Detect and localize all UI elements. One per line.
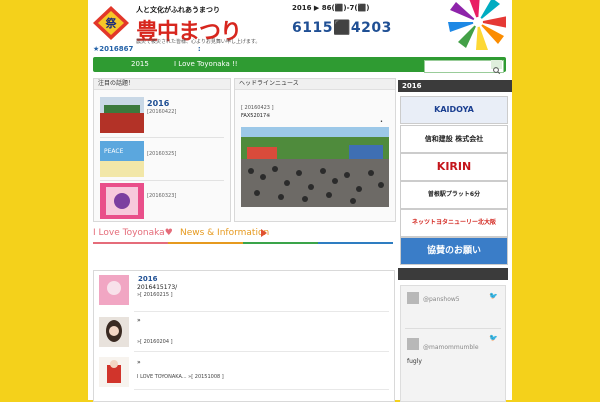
post-thumb-1[interactable]	[99, 275, 129, 305]
tweet-user-2[interactable]: @mamommumble	[423, 344, 479, 351]
twitter-bird-icon: 🐦	[489, 334, 498, 342]
post-text-1: 2016415173/	[137, 284, 178, 291]
topic-thumb-2[interactable]: PEACE	[100, 141, 144, 177]
sponsor-ad-label: KAIDOYA	[401, 97, 507, 123]
festival-dates: 2016 ▶ 86(⬛)-7(⬛) 6115⬛4203	[292, 4, 432, 44]
banner-stripe	[168, 242, 243, 244]
notice-date: ★2016867	[93, 45, 134, 53]
sponsor-ad-netz[interactable]: ネッツトヨタニューリー北大阪	[400, 209, 508, 237]
sponsor-ad-label: 協賛のお願い	[401, 238, 507, 264]
sponsor-ad-label: KIRIN	[401, 154, 507, 180]
topic-date-1: [20160422]	[147, 109, 177, 115]
headline-more[interactable]: •	[380, 119, 383, 125]
post-date-2[interactable]: »[ 20160204 ]	[137, 339, 173, 345]
headline-panel: ヘッドラインニュース [ 20160423 ] FAX52017※ •	[234, 78, 396, 222]
banner-stripe	[318, 242, 393, 244]
divider	[100, 137, 224, 138]
divider	[405, 328, 501, 329]
banner-love: I Love Toyonaka♥	[93, 228, 173, 238]
sponsor-ad-kirin[interactable]: KIRIN	[400, 153, 508, 181]
date-notice: ★2016867 :	[93, 45, 201, 53]
post-text-2: »	[137, 317, 141, 324]
twitter-feed: @panshow5 🐦 @mamommumble 🐦 fugly	[400, 285, 506, 402]
topics-panel: 注目の話題！ 2016 [20160422] PEACE [20160325] …	[93, 78, 231, 222]
color-burst-graphic	[448, 0, 506, 50]
divider	[134, 389, 389, 390]
logo-caption: 震災で被災された皆様、心よりお見舞い申し上げます。	[136, 39, 261, 45]
svg-text:祭: 祭	[105, 16, 118, 30]
notice-colon: :	[197, 45, 201, 53]
post-thumb-2[interactable]	[99, 317, 129, 347]
banner-stripe	[243, 242, 318, 244]
sponsor-ad-shinwa[interactable]: 信和建設 株式会社	[400, 125, 508, 153]
tweet-user-1[interactable]: @panshow5	[423, 296, 460, 303]
dates-line: 2016 ▶ 86(⬛)-7(⬛)	[292, 4, 370, 12]
sidebar-heading: 2016	[398, 80, 512, 92]
topics-heading: 注目の話題！	[94, 79, 230, 90]
search-button[interactable]	[491, 60, 502, 75]
divider	[100, 180, 224, 181]
post-date-3[interactable]: I LOVE TOYONAKA... »[ 20151008 ]	[137, 374, 224, 380]
news-banner[interactable]: I Love Toyonaka♥ News & Information	[93, 226, 393, 244]
banner-stripe	[93, 242, 168, 244]
topic-thumb-3[interactable]	[100, 183, 144, 219]
headline-date: [ 20160423 ]	[241, 105, 274, 111]
topic-year-1[interactable]: 2016	[147, 99, 169, 108]
avatar[interactable]	[407, 338, 419, 350]
svg-text:PEACE: PEACE	[104, 148, 124, 155]
post-year-1[interactable]: 2016	[138, 275, 157, 283]
festival-crowd-photo	[241, 127, 389, 207]
site-logo[interactable]: 祭 人と文化がふれあうまつり 豊中まつり 震災で被災された皆様、心よりお見舞い申…	[92, 3, 294, 45]
twitter-bird-icon: 🐦	[489, 292, 498, 300]
post-date-1[interactable]: »[ 20160215 ]	[137, 292, 173, 298]
topic-thumb-1[interactable]	[100, 97, 144, 133]
page: 祭 人と文化がふれあうまつり 豊中まつり 震災で被災された皆様、心よりお見舞い申…	[0, 0, 600, 402]
divider	[134, 311, 389, 312]
main-nav-bar: 2015 I Love Toyonaka !!	[93, 57, 506, 75]
post-thumb-3[interactable]	[99, 357, 129, 387]
arrow-right-icon	[261, 229, 267, 237]
sponsor-ad-label: ネッツトヨタニューリー北大阪	[401, 210, 507, 236]
nav-item-i-love-toyonaka[interactable]: I Love Toyonaka !!	[174, 60, 238, 68]
news-list: 2016 2016415173/ »[ 20160215 ] » »[ 2016…	[93, 270, 395, 402]
post-text-3: »	[137, 359, 141, 366]
sponsor-ad-label: 曽根駅プラット6分	[401, 182, 507, 208]
sponsor-request-banner[interactable]: 協賛のお願い	[400, 237, 508, 265]
logo-mark-icon: 祭	[93, 6, 129, 40]
sponsor-ad-housing[interactable]: 曽根駅プラット6分	[400, 181, 508, 209]
nav-item-2015[interactable]: 2015	[131, 60, 149, 68]
sidebar-heading-2	[398, 268, 508, 280]
topic-date-3: [20160323]	[147, 193, 177, 199]
sponsor-ad-label: 信和建設 株式会社	[401, 126, 507, 152]
divider	[134, 351, 389, 352]
topic-date-2: [20160325]	[147, 151, 177, 157]
avatar[interactable]	[407, 292, 419, 304]
dates-big: 6115⬛4203	[292, 20, 392, 36]
search-icon	[493, 67, 501, 75]
tweet-text-2: fugly	[407, 358, 422, 365]
headline-heading: ヘッドラインニュース	[235, 79, 395, 90]
banner-news: News & Information	[180, 228, 270, 238]
headline-text[interactable]: FAX52017※	[241, 113, 270, 119]
sponsor-ad-kaidoya[interactable]: KAIDOYA	[400, 96, 508, 124]
sponsor-sidebar: 2016 KAIDOYA 信和建設 株式会社 KIRIN 曽根駅プラット6分 ネ…	[398, 80, 512, 402]
